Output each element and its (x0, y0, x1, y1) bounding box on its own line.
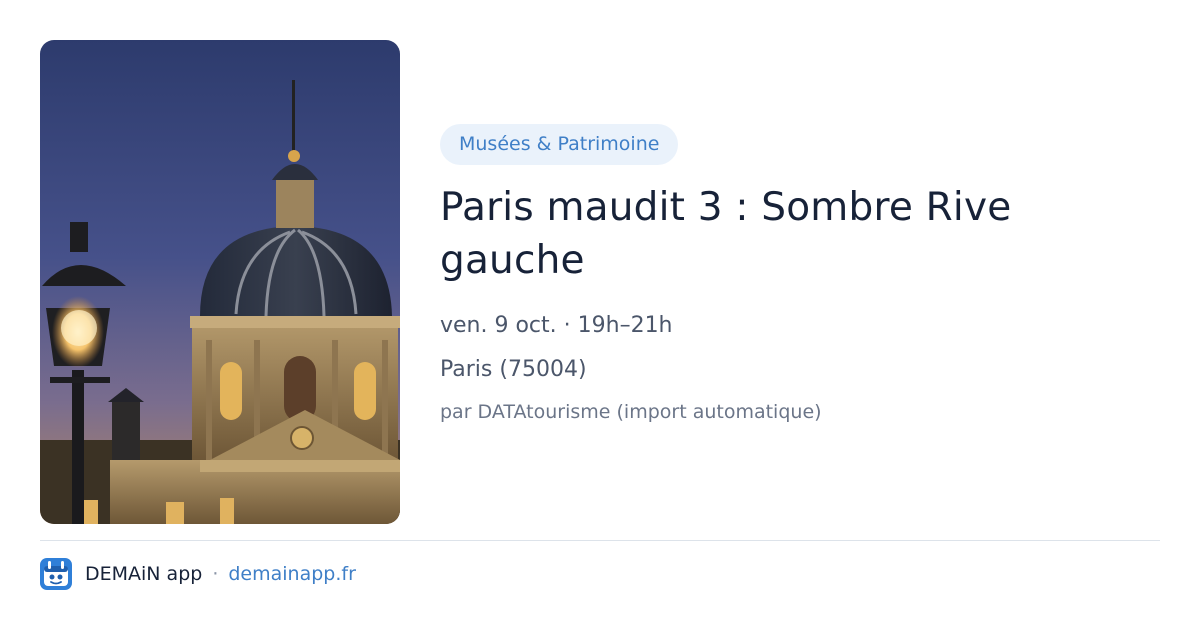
event-location: Paris (75004) (440, 357, 587, 382)
category-badge[interactable]: Musées & Patrimoine (440, 124, 679, 165)
demain-app-icon (40, 558, 72, 590)
app-name: DEMAiN app (85, 563, 203, 585)
footer: DEMAiN app · demainapp.fr (40, 558, 356, 590)
event-title[interactable]: Paris maudit 3 : Sombre Rive gauche (440, 181, 1140, 287)
event-source: par DATAtourisme (import automatique) (440, 401, 822, 423)
app-website-link[interactable]: demainapp.fr (228, 563, 356, 585)
event-schedule: ven. 9 oct. · 19h–21h (440, 313, 673, 338)
event-photo (40, 40, 400, 524)
event-details: Musées & Patrimoine Paris maudit 3 : Som… (440, 124, 1140, 426)
event-card: Musées & Patrimoine Paris maudit 3 : Som… (0, 0, 1200, 630)
footer-divider (40, 540, 1160, 541)
footer-separator: · (212, 563, 219, 585)
